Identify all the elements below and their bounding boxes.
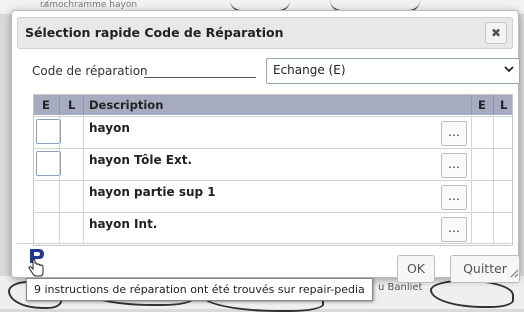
e-checkbox[interactable] [36,151,61,176]
close-button[interactable]: ✖ [485,22,507,44]
column-divider [59,149,60,180]
row-description: hayon Tôle Ext. [89,153,193,167]
table-row[interactable]: hayon … [34,116,512,148]
quick-repair-code-dialog: Sélection rapide Code de Réparation ✖ Co… [11,10,520,283]
column-divider [471,149,472,180]
more-options-button[interactable]: … [441,217,467,242]
column-divider [493,149,494,180]
column-divider [59,95,60,115]
column-divider [493,213,494,244]
e-checkbox[interactable] [36,119,61,144]
column-divider [471,95,472,115]
tooltip: 9 instructions de réparation ont été tro… [26,278,373,301]
column-divider [493,95,494,115]
resize-grip-icon[interactable] [509,268,519,278]
column-header-e: E [42,98,50,112]
background-sketch [430,280,514,308]
close-icon: ✖ [490,26,502,40]
column-divider [471,213,472,244]
column-divider [471,117,472,148]
column-header-l: L [68,98,76,112]
chevron-down-icon [504,62,514,79]
column-divider [83,149,84,180]
column-divider [493,181,494,212]
table-row[interactable]: hayon Tôle Ext. … [34,148,512,180]
background-caption-top: ra̸mochramme hayon [40,0,138,10]
column-header-e-right: E [478,98,486,112]
column-divider [83,181,84,212]
repair-instructions-table: E L Description E L hayon … hayon Tôle E… [33,94,513,246]
column-divider [493,117,494,148]
repair-pedia-logo-icon[interactable] [27,247,47,279]
repair-code-value: Echange (E) [273,63,346,77]
column-divider [59,181,60,212]
repair-code-row: Code de réparation Echange (E) [32,58,520,84]
dialog-titlebar[interactable]: Sélection rapide Code de Réparation ✖ [17,17,513,49]
background-caption-bottom: u Banliet [378,282,423,293]
column-header-description: Description [89,98,164,112]
repair-code-select[interactable]: Echange (E) [266,58,520,84]
table-header: E L Description E L [34,95,512,115]
row-description: hayon Int. [89,217,158,231]
more-options-button[interactable]: … [441,121,467,146]
table-row[interactable]: hayon partie sup 1 … [34,180,512,212]
column-header-l-right: L [500,98,508,112]
more-options-button[interactable]: … [441,185,467,210]
row-description: hayon partie sup 1 [89,185,216,199]
column-divider [83,213,84,244]
column-divider [83,117,84,148]
repair-code-label: Code de réparation [32,64,148,78]
column-divider [83,95,84,115]
label-underline [144,77,256,78]
table-row[interactable]: hayon Int. … [34,212,512,244]
ok-button[interactable]: OK [397,255,435,283]
more-options-button[interactable]: … [441,153,467,178]
row-description: hayon [89,121,130,135]
column-divider [471,181,472,212]
footer-divider [17,243,511,244]
column-divider [59,213,60,244]
dialog-title: Sélection rapide Code de Réparation [25,25,284,40]
column-divider [59,117,60,148]
